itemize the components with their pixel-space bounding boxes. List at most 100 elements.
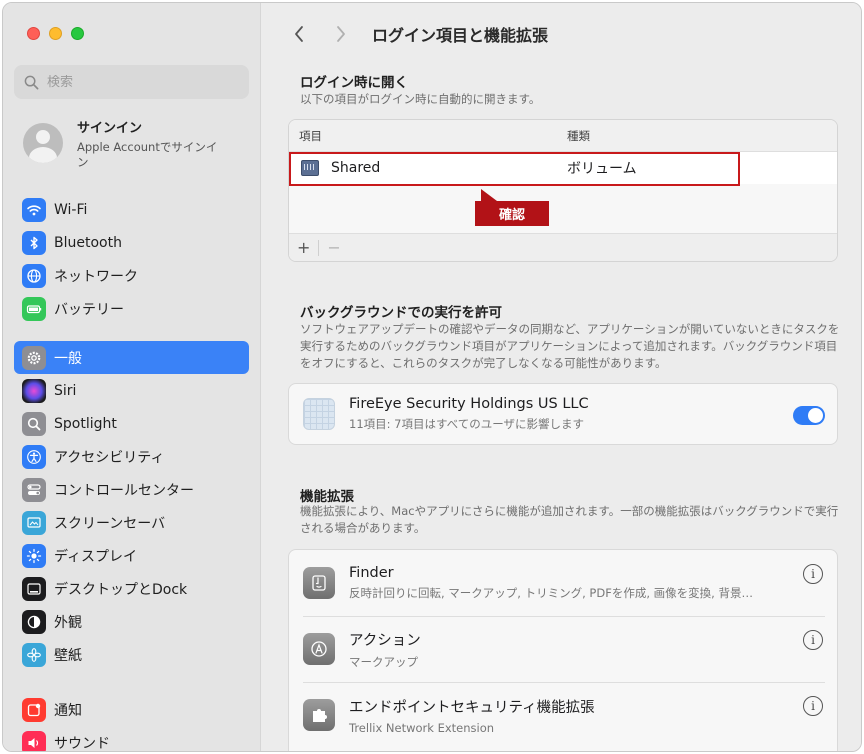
sidebar-item-label: ディスプレイ	[54, 548, 138, 565]
minimize-button[interactable]	[49, 27, 62, 40]
extension-row-action[interactable]: アクション マークアップ i	[289, 616, 837, 682]
sidebar-item-network[interactable]: ネットワーク	[14, 259, 249, 292]
info-icon[interactable]: i	[803, 696, 823, 716]
sidebar-item-label: スクリーンセーバ	[54, 515, 166, 532]
chevron-right-icon	[337, 26, 345, 42]
sidebar-group-network: Wi-Fi Bluetooth ネットワーク バッテリー	[14, 193, 249, 325]
background-item-sub: 11項目: 7項目はすべてのユーザに影響します	[349, 417, 584, 431]
sidebar-item-label: ネットワーク	[54, 268, 138, 285]
sidebar-item-appearance[interactable]: 外観	[14, 605, 249, 638]
sidebar-item-label: Wi-Fi	[54, 201, 88, 218]
info-icon[interactable]: i	[803, 630, 823, 650]
sidebar-item-control-center[interactable]: コントロールセンター	[14, 473, 249, 506]
account-signin[interactable]: サインイン Apple Accountでサインイン	[23, 115, 251, 175]
main-pane: ログイン項目と機能拡張 ログイン時に開く 以下の項目がログイン時に自動的に開きま…	[262, 3, 861, 751]
sidebar-item-display[interactable]: ディスプレイ	[14, 539, 249, 572]
sidebar-item-general[interactable]: 一般	[14, 341, 249, 374]
sidebar-item-label: 一般	[54, 350, 82, 367]
sidebar-item-battery[interactable]: バッテリー	[14, 292, 249, 325]
avatar	[23, 123, 63, 163]
forward-button[interactable]	[328, 21, 354, 47]
account-subtitle: Apple Accountでサインイン	[77, 140, 218, 169]
extension-name: アクション	[349, 632, 421, 649]
divider	[318, 239, 320, 256]
account-name: サインイン	[77, 121, 143, 136]
extensions-section-desc: 機能拡張により、Macやアプリにさらに機能が追加されます。一部の機能拡張はバック…	[300, 504, 839, 535]
sidebar-item-wallpaper[interactable]: 壁紙	[14, 638, 249, 671]
close-button[interactable]	[27, 27, 40, 40]
background-section-title: バックグラウンドでの実行を許可	[300, 305, 502, 321]
sidebar-item-label: Spotlight	[54, 415, 117, 432]
sidebar-item-label: 外観	[54, 614, 82, 631]
sidebar-item-label: デスクトップとDock	[54, 581, 188, 598]
login-section-title: ログイン時に開く	[300, 75, 408, 91]
spotlight-icon	[22, 411, 46, 436]
background-item-row[interactable]: FireEye Security Holdings US LLC 11項目: 7…	[288, 383, 838, 445]
sidebar-item-label: サウンド	[54, 735, 110, 752]
extension-name: エンドポイントセキュリティ機能拡張	[349, 699, 595, 716]
sidebar-item-label: コントロールセンター	[54, 482, 194, 499]
battery-icon	[22, 296, 46, 321]
window-controls	[27, 27, 84, 40]
sidebar-item-label: 壁紙	[54, 647, 82, 664]
settings-window: サインイン Apple Accountでサインイン Wi-Fi Bluetoot…	[2, 2, 862, 752]
sidebar-item-spotlight[interactable]: Spotlight	[14, 407, 249, 440]
sidebar-item-label: 通知	[54, 702, 82, 719]
sidebar-item-wifi[interactable]: Wi-Fi	[14, 193, 249, 226]
dock-icon	[22, 576, 46, 601]
wallpaper-icon	[22, 642, 46, 667]
screensaver-icon	[22, 510, 46, 535]
volume-icon	[301, 160, 319, 176]
back-button[interactable]	[286, 21, 312, 47]
login-item-name: Shared	[331, 160, 381, 176]
sidebar-item-notifications[interactable]: 通知	[14, 693, 249, 726]
extension-row-finder[interactable]: Finder 反時計回りに回転, マークアップ, トリミング, PDFを作成, …	[289, 550, 837, 616]
add-item-button[interactable]: +	[297, 238, 310, 257]
search-input[interactable]	[47, 74, 227, 90]
sidebar-group-system: 一般 Siri Spotlight アクセシビリティ コントロールセンター スク…	[14, 341, 249, 671]
sidebar-item-siri[interactable]: Siri	[14, 374, 249, 407]
sidebar-item-label: アクセシビリティ	[54, 449, 165, 466]
table-row[interactable]: Shared ボリューム	[289, 152, 837, 184]
column-header-kind[interactable]: 種類	[567, 128, 590, 144]
extensions-list: Finder 反時計回りに回転, マークアップ, トリミング, PDFを作成, …	[288, 549, 838, 751]
login-items-table: 項目 種類 Shared ボリューム + −	[288, 119, 838, 262]
sidebar-item-bluetooth[interactable]: Bluetooth	[14, 226, 249, 259]
info-icon[interactable]: i	[803, 564, 823, 584]
search-icon	[24, 75, 39, 89]
extensions-section-title: 機能拡張	[300, 489, 354, 505]
bluetooth-icon	[22, 230, 46, 255]
control-center-icon	[22, 477, 46, 502]
background-section-desc: ソフトウェアアップデートの確認やデータの同期など、アプリケーションが開いていない…	[300, 322, 840, 370]
sidebar-item-sound[interactable]: サウンド	[14, 726, 249, 752]
globe-icon	[22, 263, 46, 288]
callout-label: 確認	[475, 189, 549, 226]
notification-icon	[22, 697, 46, 722]
wifi-icon	[22, 197, 46, 222]
extension-name: Finder	[349, 565, 394, 581]
display-icon	[22, 543, 46, 568]
fireeye-app-icon	[303, 398, 335, 430]
sidebar-group-notifications: 通知 サウンド	[14, 693, 249, 752]
extension-sub: マークアップ	[349, 654, 418, 669]
accessibility-icon	[22, 444, 46, 469]
page-title: ログイン項目と機能拡張	[372, 26, 549, 45]
search-field[interactable]	[14, 65, 249, 99]
sidebar-item-accessibility[interactable]: アクセシビリティ	[14, 440, 249, 473]
sidebar-item-screensaver[interactable]: スクリーンセーバ	[14, 506, 249, 539]
sidebar-item-label: Bluetooth	[54, 234, 122, 251]
sound-icon	[22, 730, 46, 751]
extension-row-endpoint-security[interactable]: エンドポイントセキュリティ機能拡張 Trellix Network Extens…	[289, 682, 837, 748]
sidebar-item-label: Siri	[54, 382, 77, 399]
background-toggle[interactable]	[793, 406, 825, 425]
sidebar-item-label: バッテリー	[54, 301, 124, 318]
zoom-button[interactable]	[71, 27, 84, 40]
column-header-item[interactable]: 項目	[289, 128, 567, 144]
extension-sub: Trellix Network Extension	[349, 720, 495, 735]
remove-item-button[interactable]: −	[327, 238, 340, 257]
sidebar-item-desktop-dock[interactable]: デスクトップとDock	[14, 572, 249, 605]
action-icon	[303, 633, 335, 665]
login-item-kind: ボリューム	[567, 161, 637, 177]
chevron-left-icon	[295, 26, 303, 42]
extension-sub: 反時計回りに回転, マークアップ, トリミング, PDFを作成, 画像を変換, …	[349, 586, 753, 600]
